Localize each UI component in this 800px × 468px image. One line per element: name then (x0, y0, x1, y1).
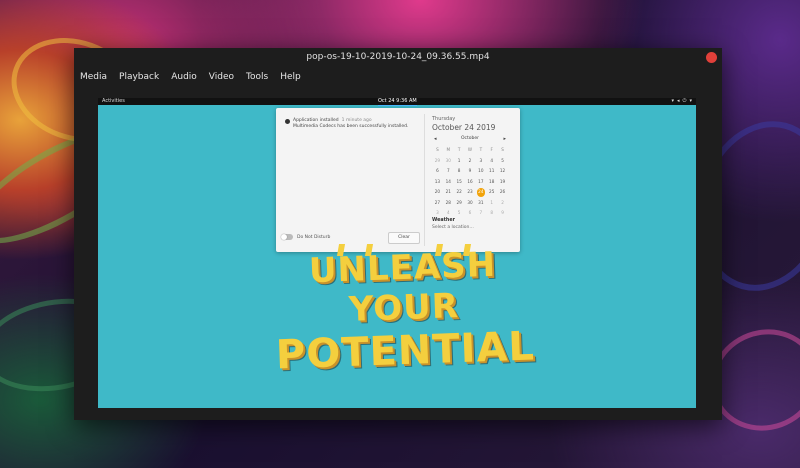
calendar-header: ◂ October ▸ (432, 136, 508, 144)
weekday-label: Thursday (432, 116, 456, 122)
panel-divider (424, 114, 425, 246)
notification-title: Application installed (293, 118, 339, 123)
calendar-day[interactable]: 4 (486, 157, 497, 166)
calendar-day[interactable]: 26 (497, 188, 508, 197)
calendar-day[interactable]: 9 (497, 209, 508, 218)
calendar-day[interactable]: 30 (465, 199, 476, 208)
close-button[interactable] (706, 52, 717, 63)
calendar-day[interactable]: 8 (454, 167, 465, 176)
calendar-day[interactable]: 1 (454, 157, 465, 166)
calendar-day[interactable]: 29 (432, 157, 443, 166)
calendar-day[interactable]: 5 (454, 209, 465, 218)
calendar-day[interactable]: 2 (497, 199, 508, 208)
calendar-weekday-header: S (436, 147, 439, 152)
calendar-day[interactable]: 27 (432, 199, 443, 208)
calendar-day[interactable]: 19 (497, 178, 508, 187)
video-frame[interactable]: Activities Oct 24 9:36 AM ▾ ◂ ⏻ ▾ Applic… (98, 98, 696, 408)
menu-audio[interactable]: Audio (165, 70, 203, 84)
chevron-right-icon[interactable]: ▸ (503, 136, 506, 142)
date-label: October 24 2019 (432, 123, 496, 132)
calendar-day[interactable]: 3 (432, 209, 443, 218)
app-icon (285, 119, 290, 124)
calendar-day[interactable]: 4 (443, 209, 454, 218)
weather-title: Weather (432, 218, 455, 223)
calendar-day[interactable]: 11 (486, 167, 497, 176)
system-tray[interactable]: ▾ ◂ ⏻ ▾ (671, 98, 692, 105)
clear-button[interactable]: Clear (388, 232, 420, 244)
calendar-day[interactable]: 25 (486, 188, 497, 197)
calendar-day[interactable]: 6 (465, 209, 476, 218)
calendar-weekday-header: T (457, 147, 461, 152)
clock-label[interactable]: Oct 24 9:36 AM (378, 98, 417, 106)
desktop-top-bar: Activities Oct 24 9:36 AM ▾ ◂ ⏻ ▾ (98, 98, 696, 106)
menu-bar: Media Playback Audio Video Tools Help (74, 70, 307, 84)
menu-help[interactable]: Help (274, 70, 307, 84)
calendar-day[interactable]: 13 (432, 178, 443, 187)
chevron-down-icon: ▾ (689, 98, 692, 104)
media-player-window: pop-os-19-10-2019-10-24_09.36.55.mp4 Med… (74, 48, 722, 420)
do-not-disturb: Do Not Disturb (281, 234, 330, 240)
calendar-day[interactable]: 24 (476, 188, 486, 197)
calendar-day[interactable]: 16 (465, 178, 476, 187)
poster-line-1: UNLEASH YOUR (308, 244, 497, 330)
weather-location-link[interactable]: Select a location… (432, 225, 474, 230)
network-icon: ▾ (671, 98, 674, 104)
poster-text: UNLEASH YOUR POTENTIAL (262, 243, 546, 379)
calendar-day[interactable]: 6 (432, 167, 443, 176)
calendar-month: October (460, 136, 479, 141)
notification-calendar-panel: Application installed 1 minute ago Multim… (276, 108, 520, 252)
dnd-toggle[interactable] (281, 234, 293, 240)
menu-media[interactable]: Media (74, 70, 113, 84)
notification-list: Application installed 1 minute ago Multim… (276, 108, 424, 252)
calendar-weekday-header: S (501, 147, 504, 152)
notification-body: Multimedia Codecs has been successfully … (293, 124, 409, 129)
notification-time: 1 minute ago (341, 118, 372, 123)
calendar-grid: S M T W T F S 29 30 1 2 3 4 5 6 7 8 9 10 11 12 13 14 15 16 17 18 19… (432, 146, 508, 218)
calendar-day[interactable]: 7 (443, 167, 454, 176)
calendar-day[interactable]: 1 (486, 199, 497, 208)
calendar-day[interactable]: 18 (486, 178, 497, 187)
calendar-day[interactable]: 2 (465, 157, 476, 166)
calendar-day[interactable]: 20 (432, 188, 443, 197)
calendar-weekday-header: F (490, 147, 493, 152)
calendar-section: Thursday October 24 2019 ◂ October ▸ SMT… (428, 108, 516, 252)
calendar-day[interactable]: 14 (443, 178, 454, 187)
calendar-day[interactable]: 21 (443, 188, 454, 197)
menu-video[interactable]: Video (203, 70, 240, 84)
volume-icon: ◂ (677, 98, 680, 104)
calendar-day[interactable]: 29 (454, 199, 465, 208)
window-titlebar[interactable]: pop-os-19-10-2019-10-24_09.36.55.mp4 (74, 48, 722, 68)
dnd-label: Do Not Disturb (297, 234, 331, 240)
calendar-day[interactable]: 12 (497, 167, 508, 176)
calendar-day[interactable]: 9 (465, 167, 476, 176)
calendar-day[interactable]: 28 (443, 199, 454, 208)
calendar-day[interactable]: 8 (486, 209, 497, 218)
calendar-day[interactable]: 10 (475, 167, 486, 176)
calendar-weekday-header: W (467, 147, 473, 152)
power-icon: ⏻ (682, 98, 687, 104)
window-title: pop-os-19-10-2019-10-24_09.36.55.mp4 (306, 52, 490, 62)
calendar-weekday-header: M (446, 147, 451, 152)
calendar-day[interactable]: 22 (454, 188, 465, 197)
notification-item[interactable]: Application installed 1 minute ago Multim… (285, 118, 408, 130)
calendar-day[interactable]: 15 (454, 178, 465, 187)
poster-line-2: POTENTIAL (275, 323, 536, 379)
calendar-day[interactable]: 31 (475, 199, 486, 208)
calendar-weekday-header: T (479, 147, 483, 152)
calendar-day[interactable]: 23 (465, 188, 476, 197)
menu-tools[interactable]: Tools (240, 70, 274, 84)
menu-playback[interactable]: Playback (113, 70, 165, 84)
calendar-day[interactable]: 17 (475, 178, 486, 187)
calendar-day[interactable]: 5 (497, 157, 508, 166)
calendar-day[interactable]: 30 (443, 157, 454, 166)
calendar-day[interactable]: 3 (475, 157, 486, 166)
activities-button[interactable]: Activities (102, 98, 125, 105)
calendar-day[interactable]: 7 (475, 209, 486, 218)
